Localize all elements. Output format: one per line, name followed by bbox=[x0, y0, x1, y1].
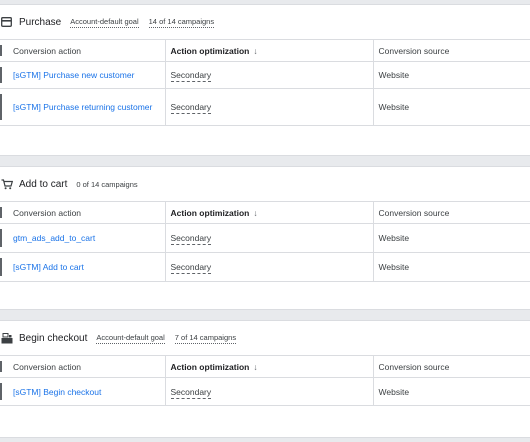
conversion-source-value: Website bbox=[378, 70, 410, 80]
column-header-conversion-source[interactable]: Conversion source bbox=[372, 355, 530, 378]
campaign-count[interactable]: 14 of 14 campaigns bbox=[148, 17, 215, 28]
goal-card-purchase: Purchase Account-default goal 14 of 14 c… bbox=[0, 4, 530, 156]
column-header-conversion-action[interactable]: Conversion action bbox=[8, 201, 165, 224]
optimization-value[interactable]: Secondary bbox=[170, 262, 212, 274]
optimization-value[interactable]: Secondary bbox=[170, 102, 212, 114]
goal-title: Begin checkout bbox=[19, 332, 88, 344]
table-footer-spacer bbox=[0, 281, 530, 310]
goal-default-label[interactable]: Account-default goal bbox=[70, 17, 139, 28]
row-handle bbox=[0, 88, 8, 126]
column-header-action-optimization[interactable]: Action optimization ↓ bbox=[164, 355, 373, 378]
goal-card-add-to-cart: Add to cart 0 of 14 campaigns Conversion… bbox=[0, 166, 530, 310]
table-header-row: Conversion action Action optimization ↓ C… bbox=[0, 39, 530, 62]
column-header-label: Action optimization bbox=[170, 45, 250, 56]
table-footer-spacer bbox=[0, 405, 530, 438]
conversion-action-link[interactable]: [sGTM] Add to cart bbox=[13, 262, 84, 272]
goal-default-label[interactable]: Account-default goal bbox=[96, 333, 165, 344]
table-row: [sGTM] Purchase new customer Secondary W… bbox=[0, 61, 530, 89]
column-header-action-optimization[interactable]: Action optimization ↓ bbox=[164, 201, 373, 224]
conversion-goals-page: Purchase Account-default goal 14 of 14 c… bbox=[0, 0, 530, 442]
conversion-source-value: Website bbox=[378, 233, 410, 243]
shopping-cart-icon bbox=[0, 178, 13, 191]
table-row: [sGTM] Begin checkout Secondary Website bbox=[0, 377, 530, 406]
campaign-count[interactable]: 7 of 14 campaigns bbox=[174, 333, 237, 344]
goal-card-header[interactable]: Add to cart 0 of 14 campaigns bbox=[0, 167, 530, 201]
column-header-label: Action optimization bbox=[170, 361, 250, 372]
row-handle-header bbox=[0, 39, 8, 62]
arrow-down-icon[interactable]: ↓ bbox=[253, 208, 257, 218]
table-footer-spacer bbox=[0, 125, 530, 156]
conversion-actions-table: Conversion action Action optimization ↓ C… bbox=[0, 201, 530, 310]
table-row: [sGTM] Add to cart Secondary Website bbox=[0, 252, 530, 282]
conversion-actions-table: Conversion action Action optimization ↓ C… bbox=[0, 39, 530, 156]
row-handle bbox=[0, 377, 8, 406]
conversion-action-link[interactable]: [sGTM] Begin checkout bbox=[13, 387, 101, 397]
checkout-register-icon bbox=[0, 332, 13, 345]
arrow-down-icon[interactable]: ↓ bbox=[253, 46, 257, 56]
optimization-value[interactable]: Secondary bbox=[170, 70, 212, 82]
campaign-count: 0 of 14 campaigns bbox=[76, 179, 138, 189]
column-header-conversion-action[interactable]: Conversion action bbox=[8, 355, 165, 378]
goal-card-header[interactable]: Begin checkout Account-default goal 7 of… bbox=[0, 321, 530, 355]
column-header-action-optimization[interactable]: Action optimization ↓ bbox=[164, 39, 373, 62]
goal-title: Purchase bbox=[19, 16, 62, 28]
table-row: [sGTM] Purchase returning customer Secon… bbox=[0, 88, 530, 126]
conversion-source-value: Website bbox=[378, 386, 410, 397]
column-header-conversion-action[interactable]: Conversion action bbox=[8, 39, 165, 62]
column-header-conversion-source[interactable]: Conversion source bbox=[372, 39, 530, 62]
column-header-conversion-source[interactable]: Conversion source bbox=[372, 201, 530, 224]
optimization-value[interactable]: Secondary bbox=[170, 233, 212, 245]
conversion-action-link[interactable]: gtm_ads_add_to_cart bbox=[13, 233, 95, 243]
goal-title: Add to cart bbox=[19, 178, 68, 190]
conversion-source-value: Website bbox=[378, 262, 410, 272]
goal-card-begin-checkout: Begin checkout Account-default goal 7 of… bbox=[0, 320, 530, 438]
conversion-source-value: Website bbox=[378, 102, 410, 112]
credit-card-icon bbox=[0, 16, 13, 29]
arrow-down-icon[interactable]: ↓ bbox=[253, 362, 257, 372]
table-header-row: Conversion action Action optimization ↓ C… bbox=[0, 201, 530, 224]
table-row: gtm_ads_add_to_cart Secondary Website bbox=[0, 223, 530, 253]
conversion-action-link[interactable]: [sGTM] Purchase new customer bbox=[13, 70, 134, 80]
conversion-actions-table: Conversion action Action optimization ↓ C… bbox=[0, 355, 530, 438]
goal-card-header[interactable]: Purchase Account-default goal 14 of 14 c… bbox=[0, 5, 530, 39]
row-handle-header bbox=[0, 355, 8, 378]
row-handle bbox=[0, 61, 8, 89]
row-handle bbox=[0, 252, 8, 282]
row-handle bbox=[0, 223, 8, 253]
row-handle-header bbox=[0, 201, 8, 224]
column-header-label: Action optimization bbox=[170, 207, 250, 218]
conversion-action-link[interactable]: [sGTM] Purchase returning customer bbox=[13, 102, 152, 112]
table-header-row: Conversion action Action optimization ↓ C… bbox=[0, 355, 530, 378]
optimization-value[interactable]: Secondary bbox=[170, 386, 212, 399]
